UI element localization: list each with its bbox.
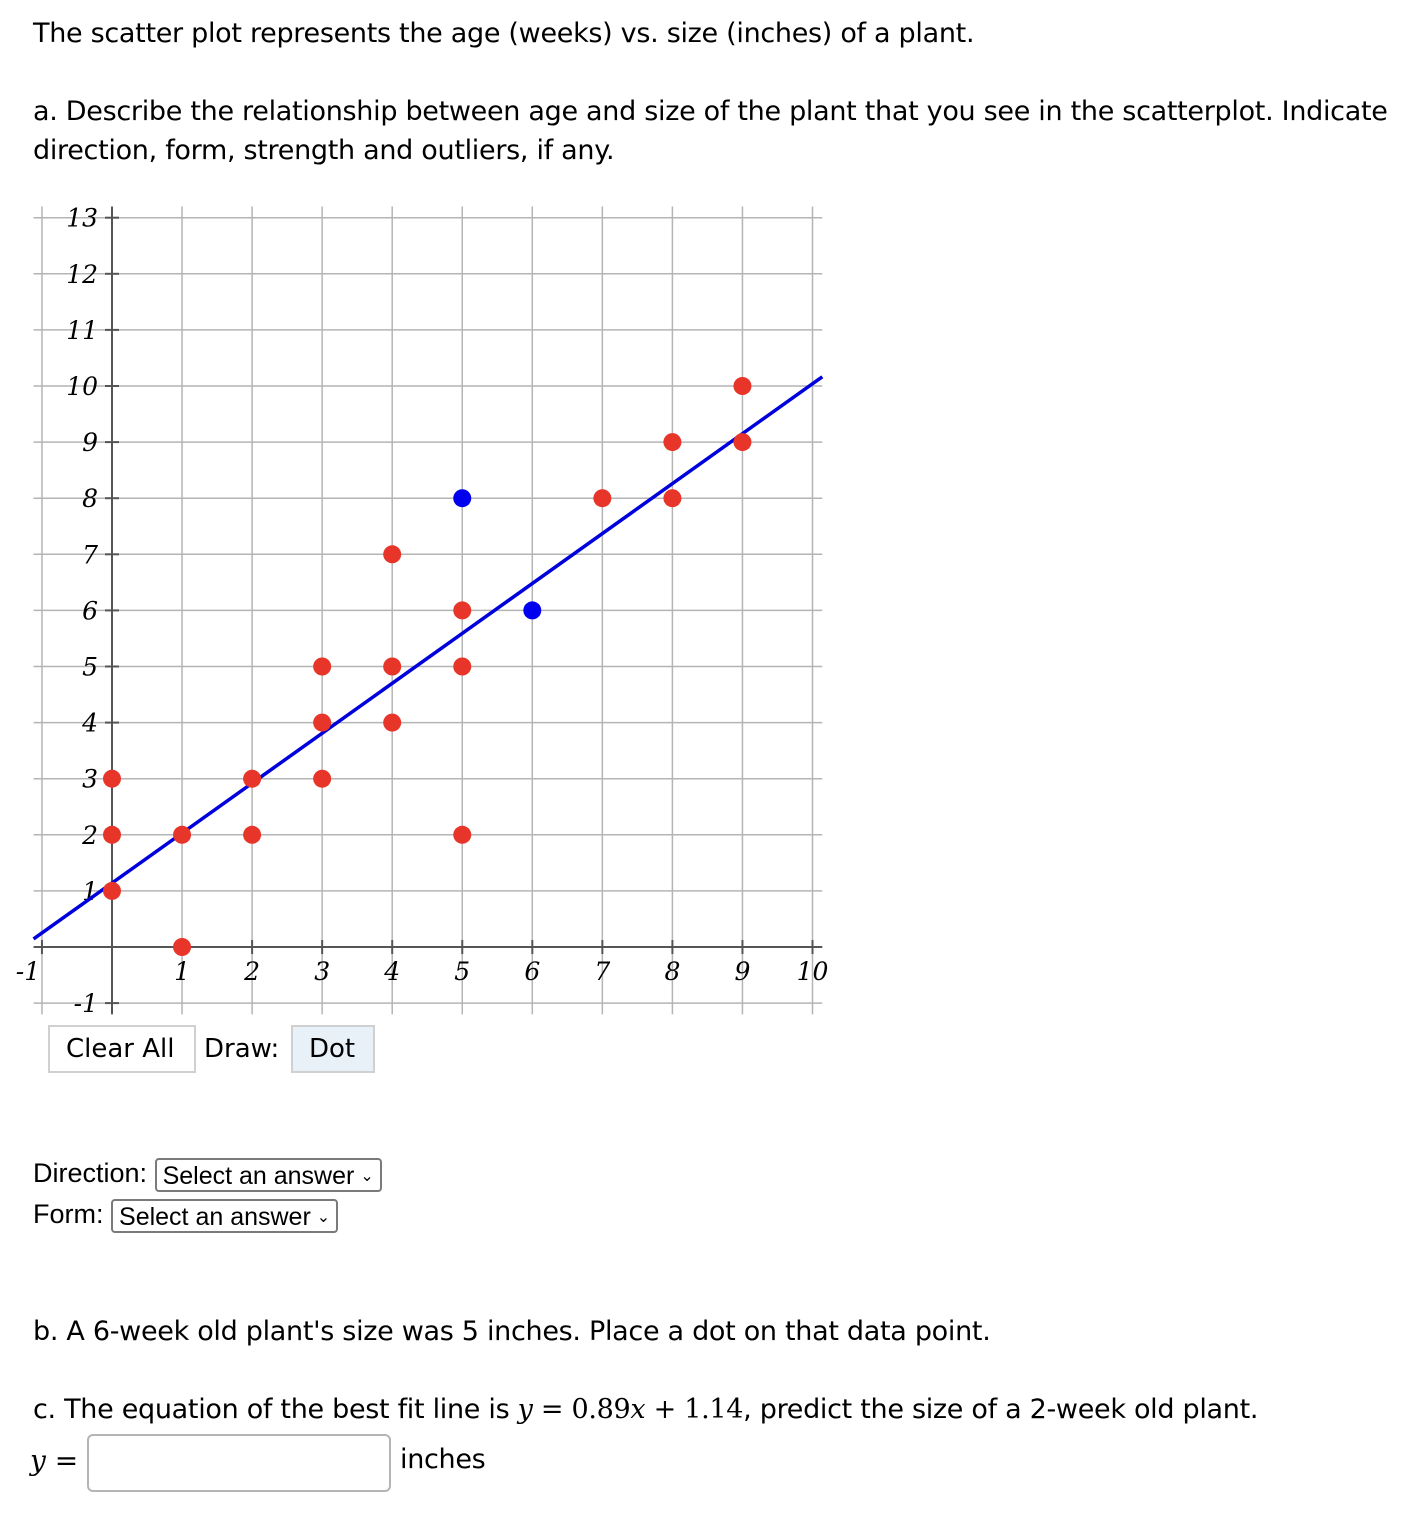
placed-dot[interactable] [523, 601, 542, 620]
data-point[interactable] [313, 713, 332, 732]
part-a-question-line2: direction, form, strength and outliers, … [33, 135, 615, 166]
part-b-question: b. A 6-week old plant's size was 5 inche… [33, 1316, 991, 1347]
clear-all-button[interactable]: Clear All [48, 1025, 196, 1073]
x-tick-label: 4 [383, 957, 400, 986]
x-tick-label: -1 [16, 957, 40, 986]
unit-label: inches [400, 1444, 486, 1475]
direction-selected-value: Select an answer [162, 1162, 355, 1190]
grid-lines [33, 206, 823, 1015]
part-a-question-line1: a. Describe the relationship between age… [33, 96, 1388, 127]
y-tick-label: 13 [66, 204, 98, 233]
data-point[interactable] [313, 657, 332, 676]
placed-dot[interactable] [453, 489, 472, 508]
data-point[interactable] [313, 769, 332, 788]
draw-label: Draw: [204, 1034, 280, 1064]
part-c-prefix: c. The equation of the best fit line is [33, 1394, 518, 1425]
equation-equals: = [532, 1394, 572, 1425]
form-label: Form: [33, 1199, 104, 1230]
answer-equals: = [45, 1444, 79, 1477]
x-tick-label: 8 [664, 957, 680, 986]
answer-y: y [30, 1444, 46, 1477]
intro-text: The scatter plot represents the age (wee… [33, 18, 975, 49]
part-c-suffix: , predict the size of a 2-week old plant… [743, 1394, 1259, 1425]
x-tick-label: 2 [243, 957, 260, 986]
data-point[interactable] [453, 657, 472, 676]
y-tick-label: 10 [66, 372, 98, 401]
chevron-down-icon: ⌄ [360, 1168, 374, 1185]
data-point[interactable] [103, 825, 121, 844]
x-tick-label: 5 [454, 957, 470, 986]
form-row: Form: Select an answer ⌄ [33, 1199, 339, 1233]
y-tick-label: 8 [82, 484, 98, 513]
y-tick-label: 2 [81, 821, 98, 850]
direction-row: Direction: Select an answer ⌄ [33, 1158, 382, 1192]
form-selected-value: Select an answer [119, 1203, 311, 1231]
form-select[interactable]: Select an answer ⌄ [111, 1199, 339, 1233]
best-fit-line [32, 375, 824, 941]
data-point[interactable] [663, 433, 682, 452]
data-point[interactable] [383, 713, 402, 732]
y-tick-label: 12 [66, 260, 98, 289]
data-point[interactable] [103, 881, 121, 900]
x-tick-label: 3 [314, 957, 330, 986]
y-tick-label: 3 [82, 765, 98, 794]
data-point[interactable] [103, 769, 121, 788]
y-tick-label: 6 [82, 596, 98, 625]
chevron-down-icon: ⌄ [316, 1209, 331, 1226]
direction-select[interactable]: Select an answer ⌄ [154, 1158, 382, 1192]
part-c-question: c. The equation of the best fit line is … [33, 1394, 1258, 1425]
equation-slope: 0.89 [571, 1394, 631, 1425]
y-tick-label: -1 [74, 989, 98, 1018]
equation-x: x [630, 1394, 646, 1425]
y-tick-label: 7 [82, 540, 98, 569]
x-tick-label: 6 [524, 957, 540, 986]
direction-label: Direction: [33, 1158, 148, 1189]
size-answer-input[interactable] [87, 1434, 391, 1492]
scatter-plot-graph[interactable]: -1 1 2 3 4 5 6 7 8 9 10-112345678910111213 [0, 200, 840, 1020]
data-point[interactable] [593, 489, 612, 508]
data-point[interactable] [243, 825, 262, 844]
y-tick-label: 9 [82, 428, 98, 457]
x-tick-label: 9 [734, 957, 750, 986]
data-point[interactable] [173, 938, 192, 956]
draw-dot-button[interactable]: Dot [291, 1025, 375, 1073]
x-tick-label: 1 [174, 957, 190, 986]
data-point[interactable] [383, 545, 402, 564]
equation-intercept: + 1.14 [645, 1394, 744, 1425]
data-point[interactable] [733, 377, 752, 395]
x-tick-label: 7 [594, 957, 610, 986]
data-point[interactable] [453, 601, 472, 620]
data-point[interactable] [733, 433, 752, 452]
data-point[interactable] [243, 769, 262, 788]
data-point[interactable] [453, 825, 472, 844]
equation-y: y [517, 1394, 533, 1425]
y-tick-label: 11 [66, 316, 98, 345]
x-tick-label: 10 [797, 957, 829, 986]
answer-equation-lhs: y = [30, 1444, 78, 1477]
y-tick-label: 4 [81, 709, 98, 738]
data-point[interactable] [383, 657, 402, 676]
data-point[interactable] [663, 489, 682, 508]
best-fit-line-group [32, 375, 824, 941]
y-tick-label: 5 [82, 653, 98, 682]
data-point[interactable] [173, 825, 192, 844]
